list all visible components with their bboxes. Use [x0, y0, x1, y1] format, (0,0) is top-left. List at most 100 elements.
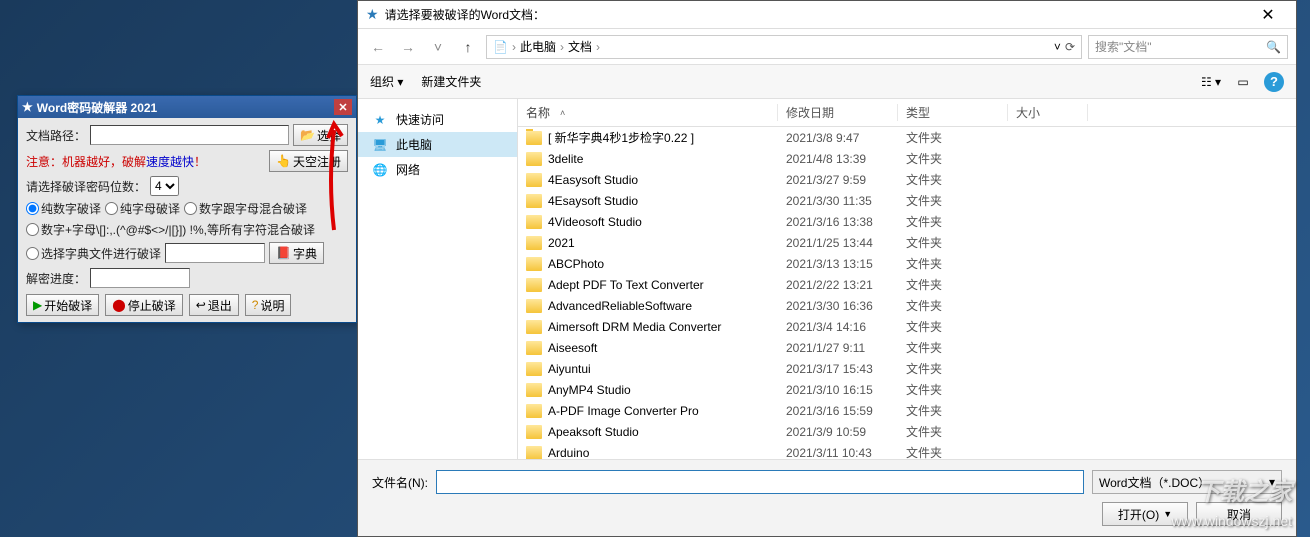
- path-input[interactable]: [90, 125, 289, 145]
- breadcrumb-dropdown-icon[interactable]: ˅: [1054, 40, 1061, 54]
- book-icon: 📕: [276, 246, 291, 260]
- folder-icon: [526, 341, 542, 355]
- radio-digits[interactable]: 纯数字破译: [26, 200, 101, 217]
- table-row[interactable]: ABCPhoto2021/3/13 13:15文件夹: [518, 253, 1296, 274]
- exit-icon: ↩: [196, 298, 206, 312]
- folder-icon: [526, 299, 542, 313]
- table-row[interactable]: Adept PDF To Text Converter2021/2/22 13:…: [518, 274, 1296, 295]
- table-row[interactable]: AdvancedReliableSoftware2021/3/30 16:36文…: [518, 295, 1296, 316]
- table-row[interactable]: 4Esaysoft Studio2021/3/30 11:35文件夹: [518, 190, 1296, 211]
- sidebar-item-thispc[interactable]: 🖥此电脑: [358, 132, 517, 157]
- progress-output: [90, 268, 190, 288]
- help-button[interactable]: ?: [1264, 72, 1284, 92]
- radio-allchars[interactable]: 数字+字母\[]:,.(^@#$<>/|[}]) !%,等所有字符混合破译: [26, 221, 315, 238]
- col-size[interactable]: 大小: [1008, 104, 1088, 121]
- filename-input[interactable]: [436, 470, 1084, 494]
- start-button[interactable]: ▶开始破译: [26, 294, 99, 316]
- sidebar-item-quickaccess[interactable]: ★快速访问: [358, 107, 517, 132]
- cracker-titlebar[interactable]: ★ Word密码破解器 2021 ✕: [18, 96, 356, 118]
- file-list: 名称˄ 修改日期 类型 大小 [ 新华字典4秒1步检字0.22 ]2021/3/…: [518, 99, 1296, 459]
- folder-icon: [526, 236, 542, 250]
- folder-icon: [526, 425, 542, 439]
- new-folder-button[interactable]: 新建文件夹: [421, 73, 481, 90]
- table-row[interactable]: 3delite2021/4/8 13:39文件夹: [518, 148, 1296, 169]
- up-button[interactable]: ↑: [456, 35, 480, 59]
- dialog-title: 请选择要被破译的Word文档：: [385, 6, 545, 23]
- stop-button[interactable]: ⬤停止破译: [105, 294, 182, 316]
- dialog-toolbar: 组织 ▾ 新建文件夹 ☷ ▾ ▭ ?: [358, 65, 1296, 99]
- folder-icon: [526, 362, 542, 376]
- folder-icon: [526, 215, 542, 229]
- view-mode-button[interactable]: ☷ ▾: [1200, 71, 1222, 93]
- col-type[interactable]: 类型: [898, 104, 1008, 121]
- refresh-button[interactable]: ⟳: [1065, 40, 1075, 54]
- cracker-title: Word密码破解器 2021: [37, 99, 157, 116]
- hand-icon: 👆: [276, 154, 291, 168]
- exit-button[interactable]: ↩退出: [189, 294, 239, 316]
- help-icon: ?: [252, 298, 259, 312]
- folder-icon: [526, 320, 542, 334]
- warn-text: 注意：机器越好，破解速度越快！: [26, 153, 265, 170]
- folder-icon: [526, 257, 542, 271]
- sidebar-item-network[interactable]: 🌐网络: [358, 157, 517, 182]
- preview-pane-button[interactable]: ▭: [1232, 71, 1254, 93]
- breadcrumb-item[interactable]: 文档: [568, 38, 592, 55]
- col-name[interactable]: 名称˄: [518, 104, 778, 121]
- breadcrumb[interactable]: 📄 › 此电脑 › 文档 › ˅ ⟳: [486, 35, 1082, 59]
- folder-icon: [526, 383, 542, 397]
- recent-dropdown[interactable]: ˅: [426, 35, 450, 59]
- col-date[interactable]: 修改日期: [778, 104, 898, 121]
- dialog-close-button[interactable]: ✕: [1248, 3, 1288, 27]
- file-dialog: ★ 请选择要被破译的Word文档： ✕ ← → ˅ ↑ 📄 › 此电脑 › 文档…: [357, 0, 1297, 537]
- radio-dict[interactable]: 选择字典文件进行破译: [26, 245, 161, 262]
- pc-icon: 🖥: [372, 137, 388, 153]
- folder-icon: [526, 404, 542, 418]
- table-row[interactable]: Aiyuntui2021/3/17 15:43文件夹: [518, 358, 1296, 379]
- network-icon: 🌐: [372, 162, 388, 178]
- sort-indicator: ˄: [560, 108, 565, 118]
- folder-icon: [526, 173, 542, 187]
- bits-label: 请选择破译密码位数：: [26, 178, 146, 195]
- choose-button[interactable]: 📂选择: [293, 124, 348, 146]
- dict-input[interactable]: [165, 243, 265, 263]
- folder-icon: [526, 152, 542, 166]
- table-row[interactable]: 20212021/1/25 13:44文件夹: [518, 232, 1296, 253]
- radio-mixed[interactable]: 数字跟字母混合破译: [184, 200, 307, 217]
- dialog-navbar: ← → ˅ ↑ 📄 › 此电脑 › 文档 › ˅ ⟳ 搜索"文档" 🔍: [358, 29, 1296, 65]
- list-body[interactable]: [ 新华字典4秒1步检字0.22 ]2021/3/8 9:47文件夹3delit…: [518, 127, 1296, 459]
- search-icon: 🔍: [1266, 40, 1281, 54]
- cracker-body: 文档路径： 📂选择 注意：机器越好，破解速度越快！ 👆天空注册 请选择破译密码位…: [18, 118, 356, 322]
- radio-letters[interactable]: 纯字母破译: [105, 200, 180, 217]
- sky-register-button[interactable]: 👆天空注册: [269, 150, 348, 172]
- star-icon: ★: [366, 6, 379, 23]
- table-row[interactable]: [ 新华字典4秒1步检字0.22 ]2021/3/8 9:47文件夹: [518, 127, 1296, 148]
- table-row[interactable]: 4Easysoft Studio2021/3/27 9:59文件夹: [518, 169, 1296, 190]
- document-icon: 📄: [493, 40, 508, 54]
- table-row[interactable]: A-PDF Image Converter Pro2021/3/16 15:59…: [518, 400, 1296, 421]
- folder-icon: [526, 446, 542, 460]
- dialog-titlebar[interactable]: ★ 请选择要被破译的Word文档： ✕: [358, 1, 1296, 29]
- breadcrumb-item[interactable]: 此电脑: [520, 38, 556, 55]
- table-row[interactable]: Arduino2021/3/11 10:43文件夹: [518, 442, 1296, 459]
- search-box[interactable]: 搜索"文档" 🔍: [1088, 35, 1288, 59]
- folder-open-icon: 📂: [300, 128, 315, 142]
- star-icon: ★: [372, 112, 388, 128]
- help-button[interactable]: ?说明: [245, 294, 292, 316]
- path-label: 文档路径：: [26, 127, 86, 144]
- dict-button[interactable]: 📕字典: [269, 242, 324, 264]
- star-icon: ★: [22, 100, 33, 114]
- table-row[interactable]: AnyMP4 Studio2021/3/10 16:15文件夹: [518, 379, 1296, 400]
- folder-icon: [526, 194, 542, 208]
- watermark-logo: 下载之家: [1196, 472, 1292, 507]
- bits-select[interactable]: 4: [150, 176, 179, 196]
- organize-menu[interactable]: 组织 ▾: [370, 73, 403, 90]
- cracker-window: ★ Word密码破解器 2021 ✕ 文档路径： 📂选择 注意：机器越好，破解速…: [17, 95, 357, 323]
- forward-button[interactable]: →: [396, 35, 420, 59]
- table-row[interactable]: 4Videosoft Studio2021/3/16 13:38文件夹: [518, 211, 1296, 232]
- back-button[interactable]: ←: [366, 35, 390, 59]
- table-row[interactable]: Apeaksoft Studio2021/3/9 10:59文件夹: [518, 421, 1296, 442]
- stop-icon: ⬤: [112, 298, 125, 312]
- close-button[interactable]: ✕: [334, 99, 352, 115]
- table-row[interactable]: Aimersoft DRM Media Converter2021/3/4 14…: [518, 316, 1296, 337]
- table-row[interactable]: Aiseesoft2021/1/27 9:11文件夹: [518, 337, 1296, 358]
